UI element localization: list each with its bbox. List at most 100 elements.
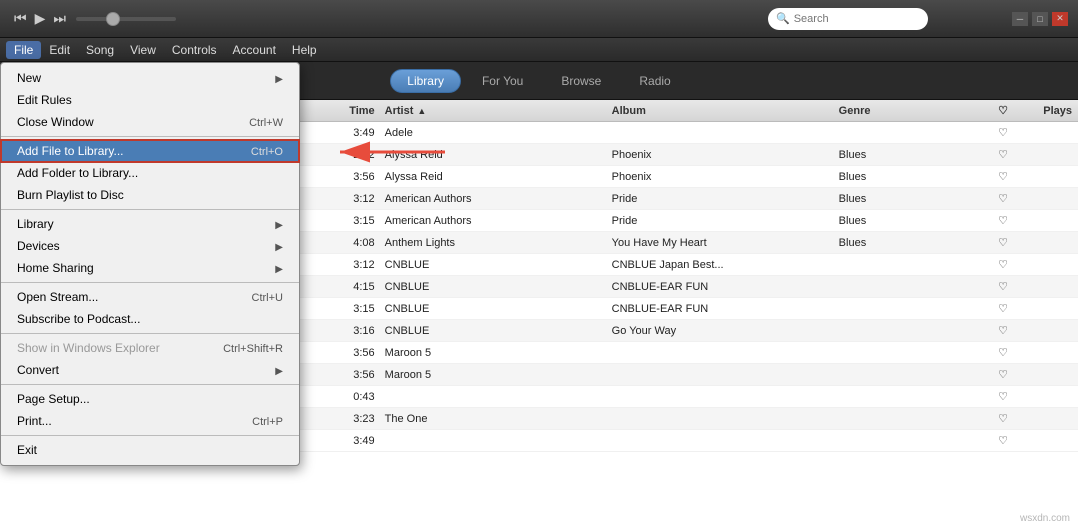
progress-track[interactable] xyxy=(76,17,176,21)
menu-separator xyxy=(1,384,299,385)
track-heart[interactable]: ♡ xyxy=(988,302,1018,315)
tab-for-you[interactable]: For You xyxy=(465,69,540,93)
col-header-plays: Plays xyxy=(1018,105,1078,117)
track-time: 3:15 xyxy=(329,215,379,227)
track-album: You Have My Heart xyxy=(606,237,833,249)
track-heart[interactable]: ♡ xyxy=(988,126,1018,139)
minimize-button[interactable]: ─ xyxy=(1012,12,1028,26)
menu-label-subscribe-podcast: Subscribe to Podcast... xyxy=(17,312,140,326)
menu-item-song[interactable]: Song xyxy=(78,41,122,59)
menu-item-new[interactable]: New ▶ xyxy=(1,67,299,89)
track-genre: Blues xyxy=(833,193,988,205)
track-time: 2:42 xyxy=(329,149,379,161)
track-artist: Adele xyxy=(379,127,606,139)
menu-separator xyxy=(1,136,299,137)
track-album: CNBLUE-EAR FUN xyxy=(606,281,833,293)
track-heart[interactable]: ♡ xyxy=(988,148,1018,161)
menu-item-devices[interactable]: Devices ▶ xyxy=(1,235,299,257)
menu-item-page-setup[interactable]: Page Setup... xyxy=(1,388,299,410)
menu-item-controls[interactable]: Controls xyxy=(164,41,225,59)
track-artist: American Authors xyxy=(379,215,606,227)
track-time: 3:15 xyxy=(329,303,379,315)
track-time: 4:08 xyxy=(329,237,379,249)
track-heart[interactable]: ♡ xyxy=(988,324,1018,337)
track-heart[interactable]: ♡ xyxy=(988,192,1018,205)
track-heart[interactable]: ♡ xyxy=(988,412,1018,425)
menu-item-edit-rules[interactable]: Edit Rules xyxy=(1,89,299,111)
menu-item-burn-playlist[interactable]: Burn Playlist to Disc xyxy=(1,184,299,206)
window-buttons: 🔍 ─ □ ✕ xyxy=(768,8,1068,30)
submenu-arrow-library: ▶ xyxy=(275,220,283,231)
track-artist: CNBLUE xyxy=(379,281,606,293)
track-time: 0:43 xyxy=(329,391,379,403)
track-time: 3:49 xyxy=(329,435,379,447)
play-button[interactable]: ▶ xyxy=(35,10,46,27)
shortcut-add-file: Ctrl+O xyxy=(251,146,283,158)
menu-item-file[interactable]: File xyxy=(6,41,41,59)
menu-item-open-stream[interactable]: Open Stream... Ctrl+U xyxy=(1,286,299,308)
col-header-time: Time xyxy=(329,105,379,117)
track-heart[interactable]: ♡ xyxy=(988,368,1018,381)
rewind-button[interactable]: ⏮ xyxy=(14,10,27,27)
dropdown-menu-container: New ▶ Edit Rules Close Window Ctrl+W Add… xyxy=(0,62,300,466)
submenu-arrow-convert: ▶ xyxy=(275,366,283,377)
menu-item-print[interactable]: Print... Ctrl+P xyxy=(1,410,299,432)
track-heart[interactable]: ♡ xyxy=(988,280,1018,293)
close-button[interactable]: ✕ xyxy=(1052,12,1068,26)
track-album: Pride xyxy=(606,215,833,227)
menu-label-print: Print... xyxy=(17,414,52,428)
track-album: Phoenix xyxy=(606,149,833,161)
track-heart[interactable]: ♡ xyxy=(988,434,1018,447)
track-artist: Alyssa Reid xyxy=(379,149,606,161)
shortcut-close-window: Ctrl+W xyxy=(249,117,283,129)
col-header-artist[interactable]: Artist ▲ xyxy=(379,105,606,117)
tab-library[interactable]: Library xyxy=(390,69,461,93)
menu-separator xyxy=(1,209,299,210)
menu-item-view[interactable]: View xyxy=(122,41,164,59)
menu-item-add-file[interactable]: Add File to Library... Ctrl+O xyxy=(1,140,299,162)
maximize-button[interactable]: □ xyxy=(1032,12,1048,26)
submenu-arrow-home-sharing: ▶ xyxy=(275,264,283,275)
menu-label-show-windows-explorer: Show in Windows Explorer xyxy=(17,341,160,355)
track-time: 3:49 xyxy=(329,127,379,139)
track-time: 3:56 xyxy=(329,347,379,359)
track-time: 4:15 xyxy=(329,281,379,293)
menu-label-devices: Devices xyxy=(17,239,60,253)
track-heart[interactable]: ♡ xyxy=(988,258,1018,271)
track-heart[interactable]: ♡ xyxy=(988,170,1018,183)
track-artist: American Authors xyxy=(379,193,606,205)
watermark: wsxdn.com xyxy=(1020,513,1070,524)
tab-browse[interactable]: Browse xyxy=(544,69,618,93)
title-bar: ⏮ ▶ ⏭ 🔍 ─ □ ✕ xyxy=(0,0,1078,38)
sort-arrow-icon: ▲ xyxy=(417,106,426,116)
track-heart[interactable]: ♡ xyxy=(988,236,1018,249)
menu-item-account[interactable]: Account xyxy=(225,41,284,59)
menu-item-library[interactable]: Library ▶ xyxy=(1,213,299,235)
shortcut-print: Ctrl+P xyxy=(252,416,283,428)
menu-item-convert[interactable]: Convert ▶ xyxy=(1,359,299,381)
search-input[interactable] xyxy=(794,13,904,25)
tab-radio[interactable]: Radio xyxy=(622,69,687,93)
menu-label-home-sharing: Home Sharing xyxy=(17,261,94,275)
track-album: CNBLUE-EAR FUN xyxy=(606,303,833,315)
menu-label-edit-rules: Edit Rules xyxy=(17,93,72,107)
track-heart[interactable]: ♡ xyxy=(988,390,1018,403)
fast-forward-button[interactable]: ⏭ xyxy=(53,10,66,27)
menu-item-subscribe-podcast[interactable]: Subscribe to Podcast... xyxy=(1,308,299,330)
track-genre: Blues xyxy=(833,149,988,161)
track-heart[interactable]: ♡ xyxy=(988,346,1018,359)
menu-item-help[interactable]: Help xyxy=(284,41,325,59)
menu-item-add-folder[interactable]: Add Folder to Library... xyxy=(1,162,299,184)
track-artist: Anthem Lights xyxy=(379,237,606,249)
menu-item-home-sharing[interactable]: Home Sharing ▶ xyxy=(1,257,299,279)
menu-item-close-window[interactable]: Close Window Ctrl+W xyxy=(1,111,299,133)
menu-separator xyxy=(1,435,299,436)
menu-separator xyxy=(1,282,299,283)
menu-item-edit[interactable]: Edit xyxy=(41,41,78,59)
menu-label-exit: Exit xyxy=(17,443,37,457)
submenu-arrow-new: ▶ xyxy=(275,74,283,85)
menu-item-exit[interactable]: Exit xyxy=(1,439,299,461)
track-time: 3:56 xyxy=(329,369,379,381)
track-heart[interactable]: ♡ xyxy=(988,214,1018,227)
track-artist: CNBLUE xyxy=(379,259,606,271)
